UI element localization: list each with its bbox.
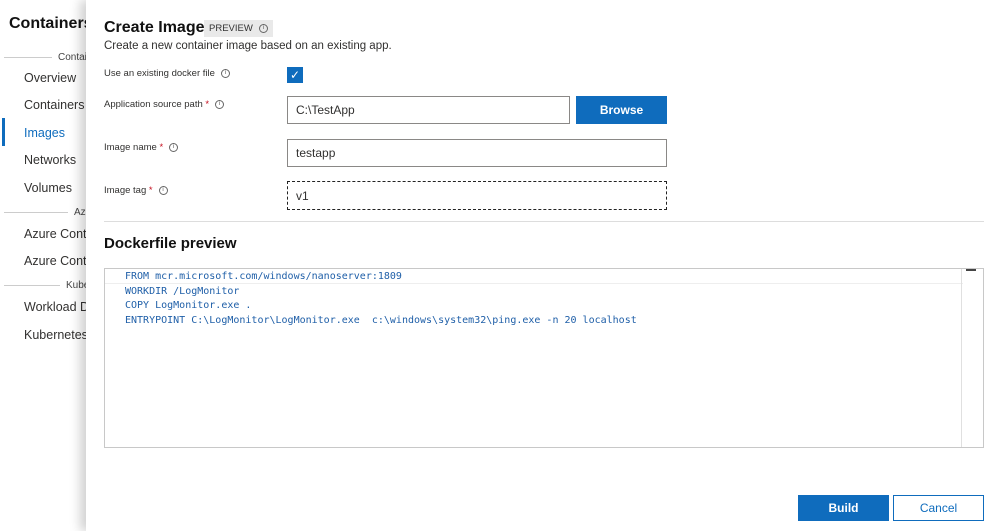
- source-path-label: Application source path * i: [104, 99, 225, 110]
- info-icon[interactable]: i: [215, 99, 225, 109]
- create-image-panel: Create Image PREVIEW i Create a new conta…: [86, 0, 999, 531]
- dockerfile-code[interactable]: FROM mcr.microsoft.com/windows/nanoserve…: [125, 270, 637, 329]
- sidebar: Containers Containers Overview Container…: [0, 0, 100, 531]
- active-indicator: [2, 118, 5, 146]
- sidebar-item-volumes[interactable]: Volumes: [24, 181, 72, 195]
- image-name-label: Image name * i: [104, 142, 179, 153]
- panel-subtitle: Create a new container image based on an…: [104, 40, 392, 52]
- info-icon: i: [258, 23, 268, 33]
- preview-badge: PREVIEW i: [204, 20, 273, 37]
- image-tag-label: Image tag * i: [104, 185, 168, 196]
- dockerfile-editor[interactable]: FROM mcr.microsoft.com/windows/nanoserve…: [104, 268, 984, 448]
- dockerfile-label: Use an existing docker file i: [104, 68, 230, 79]
- editor-scrollbar[interactable]: [961, 269, 983, 447]
- sidebar-item-containers[interactable]: Containers: [24, 98, 84, 112]
- image-name-input[interactable]: testapp: [287, 139, 667, 167]
- sidebar-item-networks[interactable]: Networks: [24, 153, 76, 167]
- info-icon[interactable]: i: [158, 185, 168, 195]
- dockerfile-preview-title: Dockerfile preview: [104, 235, 237, 252]
- browse-button[interactable]: Browse: [576, 96, 667, 124]
- info-icon[interactable]: i: [169, 142, 179, 152]
- image-tag-input[interactable]: v1: [287, 181, 667, 210]
- divider: [104, 221, 984, 222]
- sidebar-item-images[interactable]: Images: [24, 126, 65, 140]
- cancel-button[interactable]: Cancel: [893, 495, 984, 521]
- build-button[interactable]: Build: [798, 495, 889, 521]
- info-icon[interactable]: i: [220, 68, 230, 78]
- sidebar-item-overview[interactable]: Overview: [24, 71, 76, 85]
- source-path-input[interactable]: C:\TestApp: [287, 96, 570, 124]
- sidebar-title: Containers: [9, 15, 93, 32]
- use-dockerfile-checkbox[interactable]: ✓: [287, 67, 303, 83]
- panel-title: Create Image: [104, 19, 205, 36]
